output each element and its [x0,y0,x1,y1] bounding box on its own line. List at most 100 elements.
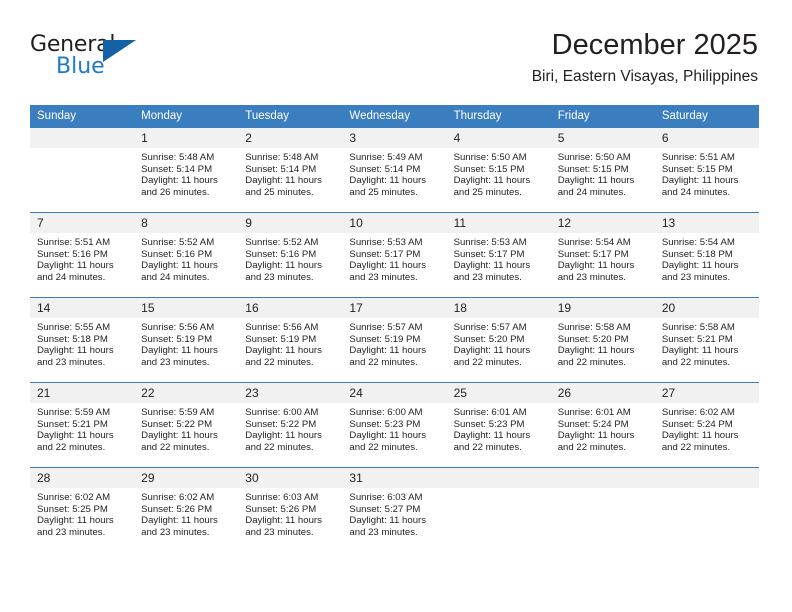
day-number: 30 [238,468,343,488]
calendar-day-cell[interactable]: 1 Sunrise: 5:48 AM Sunset: 5:14 PM Daylight… [134,127,239,213]
day-cell-inner: 14 Sunrise: 5:55 AM Sunset: 5:18 PM Dayligh… [30,298,135,382]
calendar-day-cell[interactable]: 31 Sunrise: 6:03 AM Sunset: 5:27 PM Dayligh… [342,467,447,552]
daylight-text-line2: and 23 minutes. [245,271,314,283]
daylight-text-line2: and 25 minutes. [349,186,418,198]
day-number: 11 [446,213,551,233]
day-cell-inner: 26 Sunrise: 6:01 AM Sunset: 5:24 PM Dayligh… [550,383,655,467]
calendar-day-cell[interactable]: 8 Sunrise: 5:52 AM Sunset: 5:16 PM Daylight… [134,212,239,298]
calendar-day-cell[interactable]: 16 Sunrise: 5:56 AM Sunset: 5:19 PM Dayligh… [238,297,343,383]
calendar-day-cell[interactable]: 26 Sunrise: 6:01 AM Sunset: 5:24 PM Dayligh… [550,382,655,468]
calendar-day-cell[interactable]: 5 Sunrise: 5:50 AM Sunset: 5:15 PM Daylight… [550,127,655,213]
daylight-text-line1: Daylight: 11 hours [245,515,322,527]
day-details: Sunrise: 5:57 AM Sunset: 5:19 PM Daylight:… [342,318,446,368]
daylight-text-line1: Daylight: 11 hours [349,515,427,527]
daylight-text-line2: and 25 minutes. [245,186,314,198]
calendar-day-cell[interactable]: 13 Sunrise: 5:54 AM Sunset: 5:18 PM Dayligh… [654,212,759,298]
calendar-day-cell[interactable]: 10 Sunrise: 5:53 AM Sunset: 5:17 PM Dayligh… [342,212,447,298]
daylight-text-line2: and 22 minutes. [141,441,210,453]
sunset-text: Sunset: 5:21 PM [37,418,108,430]
calendar-day-cell[interactable]: 23 Sunrise: 6:00 AM Sunset: 5:22 PM Dayligh… [238,382,343,468]
calendar-day-cell[interactable]: 7 Sunrise: 5:51 AM Sunset: 5:16 PM Daylight… [30,212,135,298]
calendar-day-cell[interactable]: 14 Sunrise: 5:55 AM Sunset: 5:18 PM Dayligh… [30,297,135,383]
calendar-day-cell[interactable]: 21 Sunrise: 5:59 AM Sunset: 5:21 PM Dayligh… [30,382,135,468]
calendar-page: General Blue December 2025 Biri, Eastern… [0,0,792,612]
sunrise-text: Sunrise: 5:52 AM [141,237,215,248]
daylight-text-line2: and 24 minutes. [141,271,210,283]
day-details: Sunrise: 5:58 AM Sunset: 5:20 PM Daylight:… [551,318,655,368]
calendar-day-cell[interactable]: 27 Sunrise: 6:02 AM Sunset: 5:24 PM Dayligh… [654,382,759,468]
sunrise-text: Sunrise: 6:00 AM [245,407,319,418]
sunset-text: Sunset: 5:16 PM [245,248,317,260]
day-cell-inner: 8 Sunrise: 5:52 AM Sunset: 5:16 PM Daylight… [134,213,239,297]
calendar-day-cell[interactable]: 9 Sunrise: 5:52 AM Sunset: 5:16 PM Daylight… [238,212,343,298]
calendar-day-cell[interactable]: 24 Sunrise: 6:00 AM Sunset: 5:23 PM Dayligh… [342,382,447,468]
day-details: Sunrise: 6:02 AM Sunset: 5:26 PM Daylight:… [134,488,238,538]
sunset-text: Sunset: 5:19 PM [349,333,421,345]
day-details: Sunrise: 6:00 AM Sunset: 5:23 PM Daylight:… [342,403,446,453]
calendar-header-row: Sunday Monday Tuesday Wednesday Thursday… [30,105,759,128]
calendar-day-cell[interactable]: 12 Sunrise: 5:54 AM Sunset: 5:17 PM Dayligh… [550,212,655,298]
calendar-day-cell[interactable]: 18 Sunrise: 5:57 AM Sunset: 5:20 PM Dayligh… [446,297,551,383]
sunset-text: Sunset: 5:26 PM [141,503,213,515]
day-cell-inner: 12 Sunrise: 5:54 AM Sunset: 5:17 PM Dayligh… [550,213,655,297]
general-blue-logo[interactable]: General Blue [30,32,160,84]
sunrise-text: Sunrise: 5:57 AM [453,322,527,333]
day-number [30,128,135,148]
day-cell-inner: 5 Sunrise: 5:50 AM Sunset: 5:15 PM Daylight… [550,128,655,212]
day-details: Sunrise: 6:00 AM Sunset: 5:22 PM Daylight:… [238,403,342,453]
day-details: Sunrise: 5:51 AM Sunset: 5:16 PM Daylight:… [30,233,134,283]
calendar-day-cell[interactable]: 3 Sunrise: 5:49 AM Sunset: 5:14 PM Daylight… [342,127,447,213]
day-cell-inner [446,468,551,552]
calendar-day-cell[interactable]: 11 Sunrise: 5:53 AM Sunset: 5:17 PM Dayligh… [446,212,551,298]
daylight-text-line1: Daylight: 11 hours [245,430,322,442]
sunrise-text: Sunrise: 6:00 AM [349,407,423,418]
sunset-text: Sunset: 5:14 PM [349,163,421,175]
calendar-day-cell[interactable]: 15 Sunrise: 5:56 AM Sunset: 5:19 PM Dayligh… [134,297,239,383]
day-number: 23 [238,383,343,403]
sunrise-text: Sunrise: 5:55 AM [37,322,111,333]
calendar-day-cell[interactable]: 6 Sunrise: 5:51 AM Sunset: 5:15 PM Daylight… [654,127,759,213]
daylight-text-line1: Daylight: 11 hours [141,430,218,442]
day-number: 2 [238,128,343,148]
daylight-text-line1: Daylight: 11 hours [141,175,218,187]
sunrise-text: Sunrise: 5:58 AM [661,322,735,333]
day-cell-inner: 7 Sunrise: 5:51 AM Sunset: 5:16 PM Daylight… [30,213,135,297]
daylight-text-line1: Daylight: 11 hours [245,345,322,357]
daylight-text-line1: Daylight: 11 hours [453,260,531,272]
calendar-day-cell[interactable]: 20 Sunrise: 5:58 AM Sunset: 5:21 PM Dayligh… [654,297,759,383]
calendar-day-cell[interactable]: 4 Sunrise: 5:50 AM Sunset: 5:15 PM Daylight… [446,127,551,213]
day-cell-inner: 23 Sunrise: 6:00 AM Sunset: 5:22 PM Dayligh… [238,383,343,467]
daylight-text-line1: Daylight: 11 hours [661,260,739,272]
day-number: 20 [654,298,759,318]
day-number: 28 [30,468,135,488]
day-details: Sunrise: 5:59 AM Sunset: 5:22 PM Daylight:… [134,403,238,453]
day-number [654,468,759,488]
day-cell-inner: 11 Sunrise: 5:53 AM Sunset: 5:17 PM Dayligh… [446,213,551,297]
day-details: Sunrise: 5:58 AM Sunset: 5:21 PM Daylight:… [655,318,759,368]
day-cell-inner [30,128,135,212]
day-number: 21 [30,383,135,403]
calendar-day-cell[interactable]: 17 Sunrise: 5:57 AM Sunset: 5:19 PM Dayligh… [342,297,447,383]
daylight-text-line2: and 23 minutes. [453,271,522,283]
day-number: 8 [134,213,239,233]
calendar-day-cell[interactable]: 28 Sunrise: 6:02 AM Sunset: 5:25 PM Dayligh… [30,467,135,552]
sunrise-text: Sunrise: 6:01 AM [453,407,527,418]
calendar-day-cell[interactable]: 25 Sunrise: 6:01 AM Sunset: 5:23 PM Dayligh… [446,382,551,468]
calendar-day-cell[interactable]: 22 Sunrise: 5:59 AM Sunset: 5:22 PM Dayligh… [134,382,239,468]
calendar-day-cell[interactable]: 29 Sunrise: 6:02 AM Sunset: 5:26 PM Dayligh… [134,467,239,552]
calendar-day-cell[interactable]: 2 Sunrise: 5:48 AM Sunset: 5:14 PM Daylight… [238,127,343,213]
day-number: 10 [342,213,447,233]
sunset-text: Sunset: 5:24 PM [661,418,733,430]
calendar-day-cell[interactable]: 30 Sunrise: 6:03 AM Sunset: 5:26 PM Dayligh… [238,467,343,552]
day-details: Sunrise: 6:03 AM Sunset: 5:27 PM Daylight:… [342,488,446,538]
day-cell-inner: 2 Sunrise: 5:48 AM Sunset: 5:14 PM Daylight… [238,128,343,212]
weekday-header-sunday: Sunday [30,105,135,128]
daylight-text-line2: and 22 minutes. [245,441,314,453]
day-cell-inner: 28 Sunrise: 6:02 AM Sunset: 5:25 PM Dayligh… [30,468,135,552]
daylight-text-line2: and 23 minutes. [141,356,210,368]
weekday-header-saturday: Saturday [654,105,759,128]
day-number: 13 [654,213,759,233]
day-cell-inner: 21 Sunrise: 5:59 AM Sunset: 5:21 PM Dayligh… [30,383,135,467]
calendar-body: 1 Sunrise: 5:48 AM Sunset: 5:14 PM Daylight… [30,127,759,552]
calendar-day-cell[interactable]: 19 Sunrise: 5:58 AM Sunset: 5:20 PM Dayligh… [550,297,655,383]
